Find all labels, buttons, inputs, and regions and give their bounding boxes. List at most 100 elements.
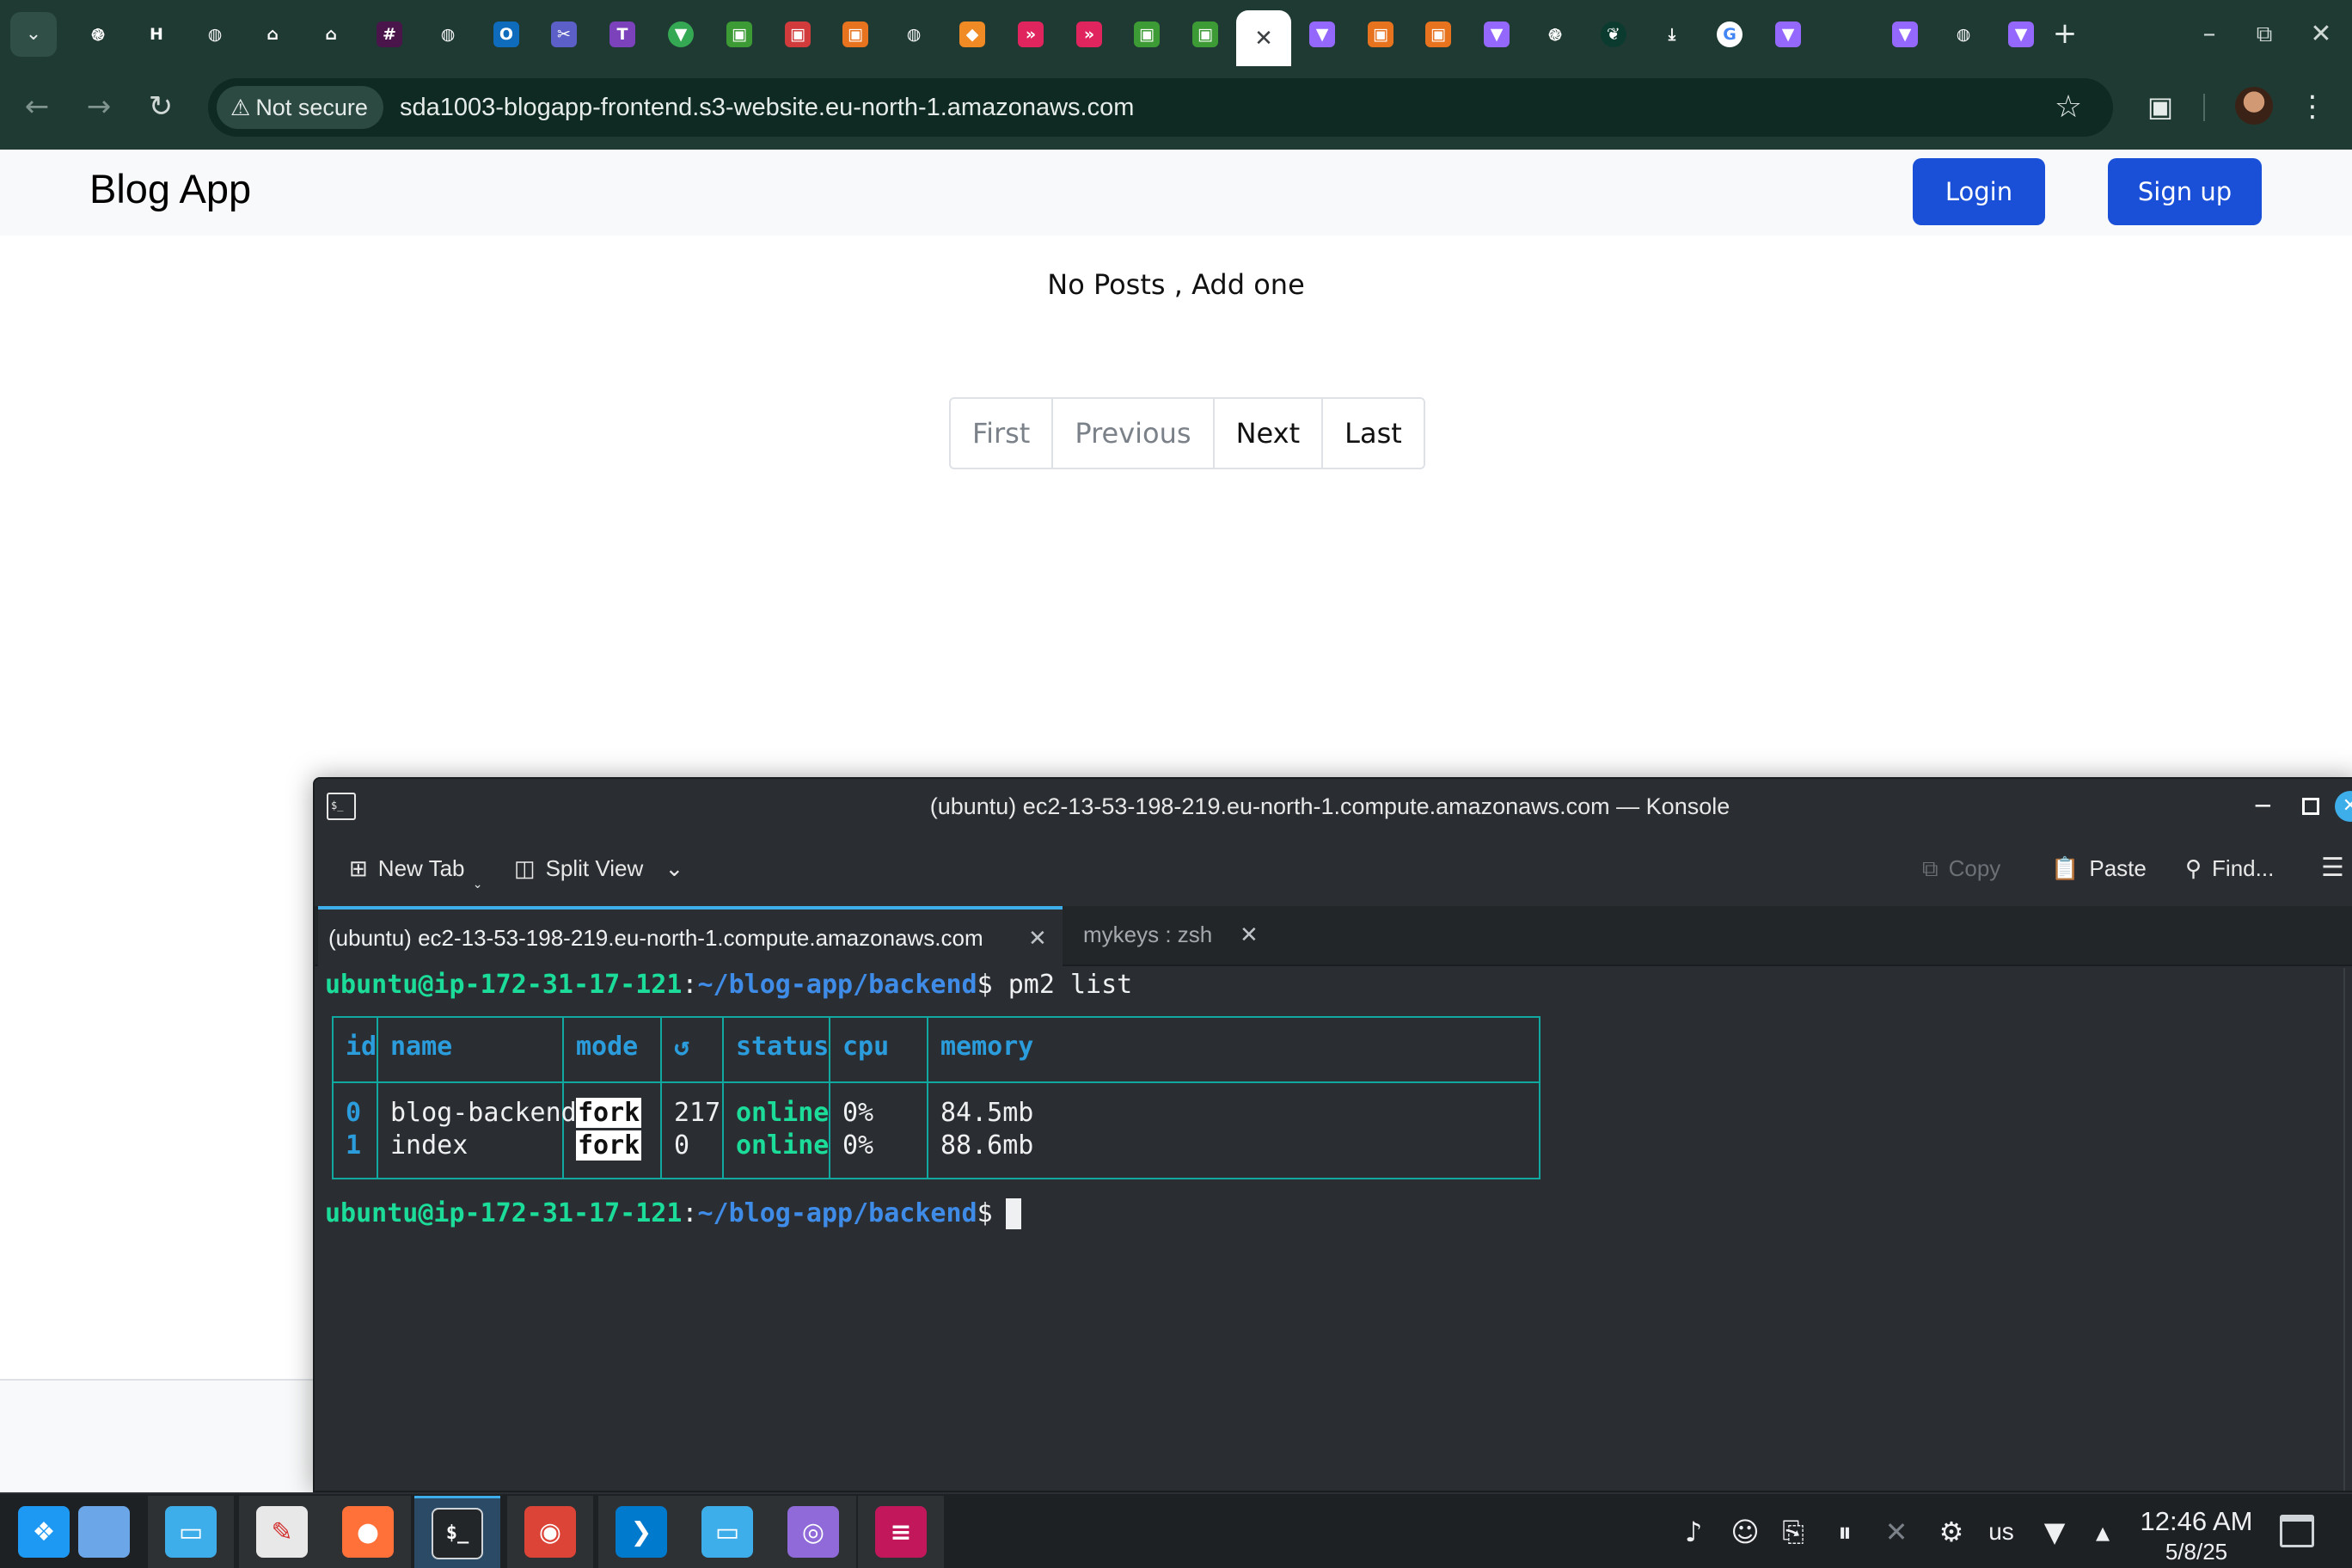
find-button[interactable]: ⚲ Find... [2185, 849, 2274, 887]
keyboard-layout[interactable]: us [1979, 1511, 2024, 1553]
prompt-path: ~/blog-app/backend [697, 1198, 977, 1228]
split-view-icon: ◫ [514, 855, 536, 881]
konsole-tab-ssh[interactable]: (ubuntu) ec2-13-53-198-219.eu-north-1.co… [318, 906, 1063, 966]
bookmark-star-icon[interactable]: ☆ [2048, 87, 2089, 128]
minimize-window-button[interactable]: – [2184, 15, 2235, 53]
browser-tab[interactable]: ⌂ [245, 10, 300, 58]
taskbar-app[interactable]: $_ [414, 1496, 500, 1568]
browser-tab[interactable]: ◍ [420, 10, 475, 58]
browser-tab[interactable]: » [1062, 10, 1117, 58]
expand-tray-icon[interactable]: ▴ [2080, 1511, 2125, 1553]
extensions-puzzle-icon[interactable]: ▣ [2139, 85, 2182, 128]
browser-tab[interactable]: T [595, 10, 650, 58]
split-view-button[interactable]: ◫ Split View ⌄ [514, 849, 683, 887]
taskbar-app[interactable]: ● [325, 1496, 411, 1568]
url-text[interactable]: sda1003-blogapp-frontend.s3-website.eu-n… [400, 78, 1134, 137]
konsole-titlebar[interactable]: $_ (ubuntu) ec2-13-53-198-219.eu-north-1… [315, 779, 2352, 834]
taskbar-app[interactable]: ❯ [598, 1496, 684, 1568]
site-security-chip[interactable]: ⚠ Not secure [217, 86, 383, 129]
browser-tab[interactable]: ▣ [1411, 10, 1466, 58]
browser-tab[interactable]: ֎ [1528, 10, 1583, 58]
clock-time[interactable]: 12:46 AM [2132, 1506, 2261, 1537]
clipboard-icon[interactable]: ⎘ [1771, 1511, 1816, 1553]
browser-tab[interactable]: ▣ [828, 10, 883, 58]
konsole-toolbar: ⊞ New Tab ⌄ ◫ Split View ⌄ ⧉ Copy 📋 Paste ⚲ F… [315, 834, 2352, 906]
hamburger-menu-icon[interactable]: ☰ [2321, 849, 2344, 887]
profile-avatar[interactable] [2235, 87, 2273, 125]
browser-tab[interactable]: G [1702, 10, 1757, 58]
taskbar-app[interactable]: ✎ [239, 1496, 325, 1568]
browser-tab[interactable]: ▼ [1877, 10, 1932, 58]
browser-tab[interactable]: » [1003, 10, 1058, 58]
taskbar-app[interactable]: ▭ [148, 1496, 234, 1568]
browser-tab[interactable]: ⤓ [1645, 10, 1700, 58]
pause-icon[interactable]: ⏸ [1822, 1511, 1867, 1553]
browser-tab[interactable]: ֎ [70, 10, 126, 58]
new-tab-button[interactable]: ⊞ New Tab ⌄ [349, 849, 482, 891]
copy-button[interactable]: ⧉ Copy [1922, 849, 2000, 887]
browser-tab[interactable]: ◍ [187, 10, 242, 58]
browser-tab[interactable]: ▼ [1469, 10, 1524, 58]
close-icon[interactable]: ✕ [1251, 26, 1277, 52]
brand-title[interactable]: Blog App [89, 165, 251, 212]
browser-tab[interactable]: ▣ [1119, 10, 1174, 58]
taskbar-app[interactable]: ▭ [684, 1496, 770, 1568]
konsole-minimize-button[interactable]: ─ [2256, 791, 2270, 822]
back-button[interactable]: ← [15, 85, 58, 128]
taskbar-app[interactable] [74, 1496, 134, 1568]
pagination-next[interactable]: Next [1212, 399, 1322, 468]
browser-tab[interactable]: ▼ [1994, 10, 2049, 58]
browser-tab[interactable]: ◍ [1936, 10, 1991, 58]
forward-button[interactable]: → [77, 85, 120, 128]
taskbar-app[interactable]: ◎ [770, 1496, 856, 1568]
browser-tab[interactable]: ❦ [1586, 10, 1641, 58]
browser-tab[interactable]: ◆ [945, 10, 1000, 58]
restore-window-button[interactable]: ⧉ [2239, 15, 2290, 53]
navbar: Blog App Login Sign up [0, 150, 2352, 236]
terminal-output[interactable]: ubuntu@ip-172-31-17-121:~/blog-app/backe… [315, 968, 2343, 1491]
taskbar-app[interactable]: ◉ [507, 1496, 593, 1568]
more-vert-icon[interactable]: ⋮ [2295, 85, 2330, 128]
new-tab-button[interactable]: + [2044, 14, 2086, 55]
browser-tab[interactable]: ▣ [770, 10, 825, 58]
clock-date[interactable]: 5/8/25 [2132, 1539, 2261, 1565]
browser-tab[interactable]: ▼ [1761, 10, 1816, 58]
active-tab[interactable]: ✕ [1236, 10, 1291, 66]
browser-tab[interactable] [1819, 10, 1874, 58]
terminal-scrollbar[interactable] [2343, 968, 2352, 1491]
close-tab-icon[interactable]: ✕ [1028, 910, 1047, 966]
browser-tab[interactable]: ▼ [653, 10, 708, 58]
signup-button[interactable]: Sign up [2108, 158, 2262, 225]
tab-search-button[interactable]: ⌄ [10, 12, 57, 57]
green-app-icon: ▣ [1134, 21, 1160, 47]
konsole-tab-zsh[interactable]: mykeys : zsh ✕ [1071, 906, 1269, 966]
taskbar-app[interactable]: ❖ [14, 1496, 74, 1568]
notifications-bell-icon[interactable]: ♪ [1671, 1511, 1716, 1553]
green-app-icon: ▣ [1192, 21, 1218, 47]
show-desktop-icon[interactable] [2280, 1515, 2314, 1547]
browser-tab[interactable]: H [129, 10, 184, 58]
browser-tab[interactable]: # [362, 10, 417, 58]
browser-tab[interactable]: ▣ [712, 10, 767, 58]
discord-icon[interactable]: ☺ [1723, 1511, 1767, 1553]
login-button[interactable]: Login [1913, 158, 2045, 225]
browser-tab[interactable]: O [479, 10, 534, 58]
reload-button[interactable]: ↻ [139, 85, 182, 128]
address-bar[interactable]: ⚠ Not secure sda1003-blogapp-frontend.s3-… [208, 78, 2113, 137]
pagination-last[interactable]: Last [1321, 399, 1424, 468]
volume-muted-icon[interactable]: ✕ [1874, 1511, 1919, 1553]
browser-tab[interactable]: ◍ [886, 10, 941, 58]
close-window-button[interactable]: ✕ [2295, 15, 2347, 53]
browser-tab[interactable]: ✂ [536, 10, 591, 58]
aws-cube-icon: ◆ [959, 21, 985, 47]
paste-button[interactable]: 📋 Paste [2051, 849, 2147, 887]
browser-tab[interactable]: ▼ [1295, 10, 1350, 58]
taskbar-app[interactable]: ≡ [858, 1496, 944, 1568]
settings-icon[interactable]: ⚙ [1929, 1511, 1974, 1553]
browser-tab[interactable]: ⌂ [303, 10, 358, 58]
browser-tab[interactable]: ▣ [1178, 10, 1233, 58]
wifi-icon[interactable]: ▼ [2032, 1511, 2077, 1553]
konsole-maximize-button[interactable] [2302, 798, 2319, 815]
browser-tab[interactable]: ▣ [1353, 10, 1408, 58]
close-tab-icon[interactable]: ✕ [1240, 906, 1259, 963]
